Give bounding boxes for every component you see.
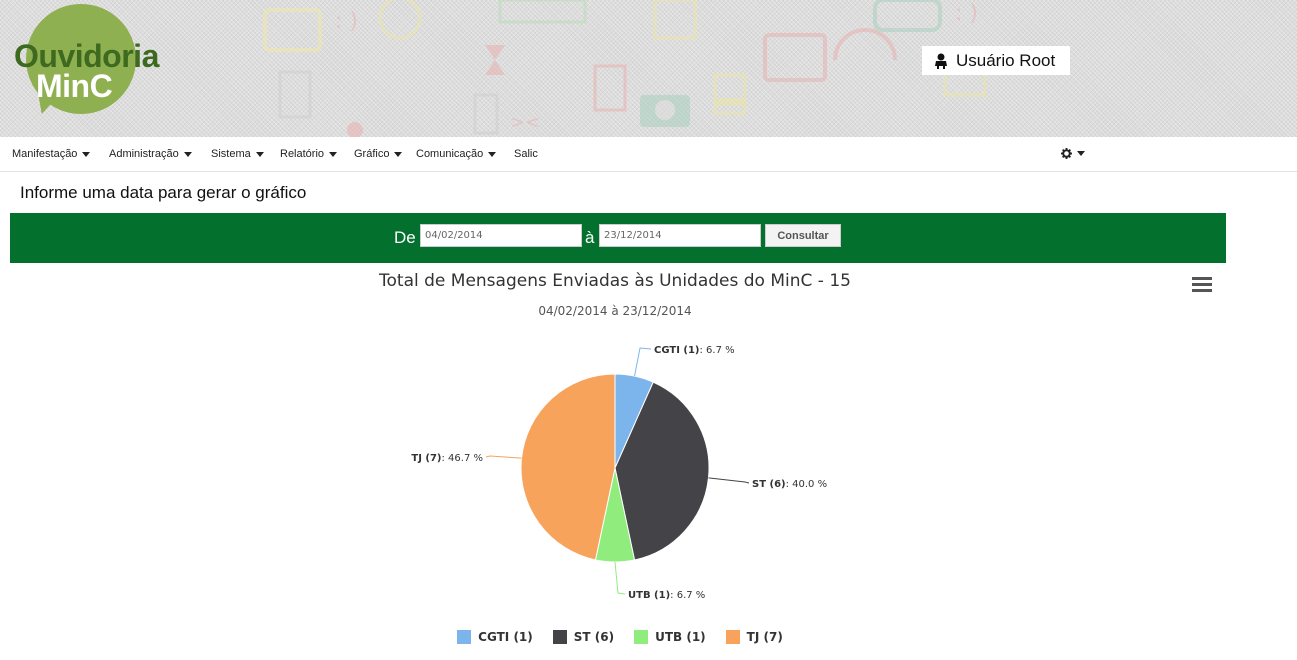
legend-item[interactable]: TJ (7) [725, 630, 783, 644]
legend-item[interactable]: UTB (1) [634, 630, 706, 644]
pie-data-label: ST (6): 40.0 % [752, 479, 827, 490]
pie-slice-tj[interactable] [520, 373, 616, 561]
chart-legend: CGTI (1) ST (6) UTB (1) TJ (7) [0, 630, 1240, 644]
legend-swatch [457, 630, 472, 644]
legend-label: ST (6) [573, 630, 615, 644]
legend-label: CGTI (1) [478, 630, 533, 644]
pie-data-label: UTB (1): 6.7 % [628, 590, 705, 601]
legend-swatch [725, 630, 740, 644]
data-label-connector [708, 477, 750, 484]
pie-chart: CGTI (1): 6.7 % ST (6): 40.0 % UTB (1): 6.… [411, 345, 827, 601]
legend-swatch [552, 630, 567, 644]
data-label-connector [614, 561, 626, 595]
legend-item[interactable]: ST (6) [552, 630, 615, 644]
data-label-connector [485, 455, 522, 459]
pie-data-label: TJ (7): 46.7 % [411, 453, 483, 464]
pie-data-label: CGTI (1): 6.7 % [654, 345, 735, 356]
legend-item[interactable]: CGTI (1) [457, 630, 533, 644]
legend-label: UTB (1) [655, 630, 706, 644]
data-label-connector [634, 347, 652, 377]
legend-swatch [634, 630, 649, 644]
legend-label: TJ (7) [746, 630, 783, 644]
